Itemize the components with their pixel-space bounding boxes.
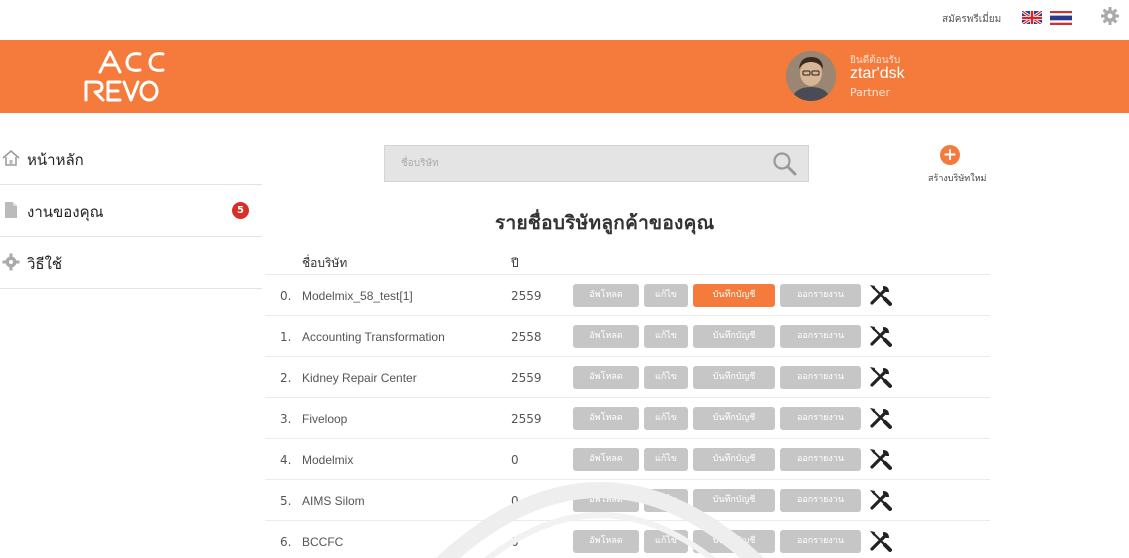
plus-circle-icon: + (940, 145, 960, 165)
edit-button[interactable]: แก้ไข (644, 407, 688, 430)
settings-gear-icon[interactable] (1100, 6, 1120, 26)
page-title: รายชื่อบริษัทลูกค้าของคุณ (495, 212, 715, 234)
row-number: 1. (280, 330, 292, 344)
row-number: 6. (280, 535, 292, 549)
user-avatar[interactable] (786, 51, 836, 101)
tools-icon[interactable] (868, 447, 892, 471)
upload-button[interactable]: อัพโหลด (573, 407, 639, 430)
tools-icon[interactable] (868, 283, 892, 307)
company-name[interactable]: Accounting Transformation (302, 330, 445, 344)
column-header-company-name: ชื่อบริษัท (302, 256, 348, 270)
generate-report-button[interactable]: ออกรายงาน (780, 284, 861, 307)
generate-report-button[interactable]: ออกรายงาน (780, 530, 861, 553)
tools-icon[interactable] (868, 365, 892, 389)
acc-revo-logo[interactable] (80, 46, 192, 106)
edit-button[interactable]: แก้ไข (644, 366, 688, 389)
thai-flag-icon[interactable] (1050, 10, 1072, 25)
tools-icon[interactable] (868, 406, 892, 430)
record-accounts-button[interactable]: บันทึกบัญชี (693, 366, 775, 389)
company-search-input[interactable] (385, 146, 765, 181)
edit-button[interactable]: แก้ไข (644, 284, 688, 307)
notification-badge: 5 (232, 202, 249, 219)
search-icon[interactable] (772, 151, 798, 177)
create-company-button[interactable]: + สร้างบริษัทใหม่ (928, 145, 1018, 185)
fiscal-year: 2559 (511, 289, 542, 303)
record-accounts-button[interactable]: บันทึกบัญชี (693, 325, 775, 348)
fiscal-year: 2559 (511, 371, 542, 385)
row-number: 5. (280, 494, 292, 508)
fiscal-year: 2559 (511, 412, 542, 426)
company-name[interactable]: Modelmix (302, 453, 353, 467)
table-row: 3. Fiveloop 2559 อัพโหลด แก้ไข บันทึกบัญ… (265, 397, 990, 438)
company-name[interactable]: AIMS Silom (302, 494, 365, 508)
sidebar-item-home[interactable]: หน้าหลัก (0, 133, 262, 185)
upload-button[interactable]: อัพโหลด (573, 366, 639, 389)
table-row: 2. Kidney Repair Center 2559 อัพโหลด แก้… (265, 356, 990, 397)
row-number: 0. (280, 289, 292, 303)
column-header-year: ปี (511, 256, 519, 270)
user-role: Partner (850, 86, 890, 99)
fiscal-year: 2558 (511, 330, 542, 344)
sidebar-item-help[interactable]: วิธีใช้ (0, 237, 262, 289)
upload-button[interactable]: อัพโหลด (573, 325, 639, 348)
document-icon (2, 201, 20, 219)
tools-icon[interactable] (868, 488, 892, 512)
table-row: 1. Accounting Transformation 2558 อัพโหล… (265, 315, 990, 356)
sidebar-item-label: วิธีใช้ (27, 255, 63, 273)
generate-report-button[interactable]: ออกรายงาน (780, 448, 861, 471)
generate-report-button[interactable]: ออกรายงาน (780, 407, 861, 430)
table-row: 0. Modelmix_58_test[1] 2559 อัพโหลด แก้ไ… (265, 274, 990, 315)
tools-icon[interactable] (868, 529, 892, 553)
sidebar-item-label: หน้าหลัก (27, 151, 84, 169)
generate-report-button[interactable]: ออกรายงาน (780, 489, 861, 512)
home-icon (2, 149, 20, 167)
create-company-label: สร้างบริษัทใหม่ (928, 174, 987, 184)
row-number: 2. (280, 371, 292, 385)
sidebar-item-your-work[interactable]: งานของคุณ 5 (0, 185, 262, 237)
username[interactable]: ztar'dsk (850, 65, 905, 83)
generate-report-button[interactable]: ออกรายงาน (780, 325, 861, 348)
uk-flag-icon[interactable] (1022, 10, 1042, 24)
company-search-box (384, 145, 809, 182)
company-name[interactable]: BCCFC (302, 535, 343, 549)
generate-report-button[interactable]: ออกรายงาน (780, 366, 861, 389)
company-name[interactable]: Modelmix_58_test[1] (302, 289, 413, 303)
tools-icon[interactable] (868, 324, 892, 348)
record-accounts-button[interactable]: บันทึกบัญชี (693, 407, 775, 430)
row-number: 3. (280, 412, 292, 426)
upload-button[interactable]: อัพโหลด (573, 284, 639, 307)
sidebar-item-label: งานของคุณ (27, 203, 104, 221)
top-bar: สมัครพรีเมี่ยม (0, 0, 1129, 40)
company-name[interactable]: Kidney Repair Center (302, 371, 417, 385)
company-name[interactable]: Fiveloop (302, 412, 347, 426)
sidebar-nav: หน้าหลัก งานของคุณ 5 วิธีใช้ (0, 133, 262, 289)
watermark-seal (420, 455, 780, 558)
row-number: 4. (280, 453, 292, 467)
gear-icon (2, 253, 20, 271)
premium-signup-link[interactable]: สมัครพรีเมี่ยม (942, 12, 1001, 27)
edit-button[interactable]: แก้ไข (644, 325, 688, 348)
app-header: ยินดีต้อนรับ ztar'dsk Partner (0, 40, 1129, 113)
record-accounts-button[interactable]: บันทึกบัญชี (693, 284, 775, 307)
